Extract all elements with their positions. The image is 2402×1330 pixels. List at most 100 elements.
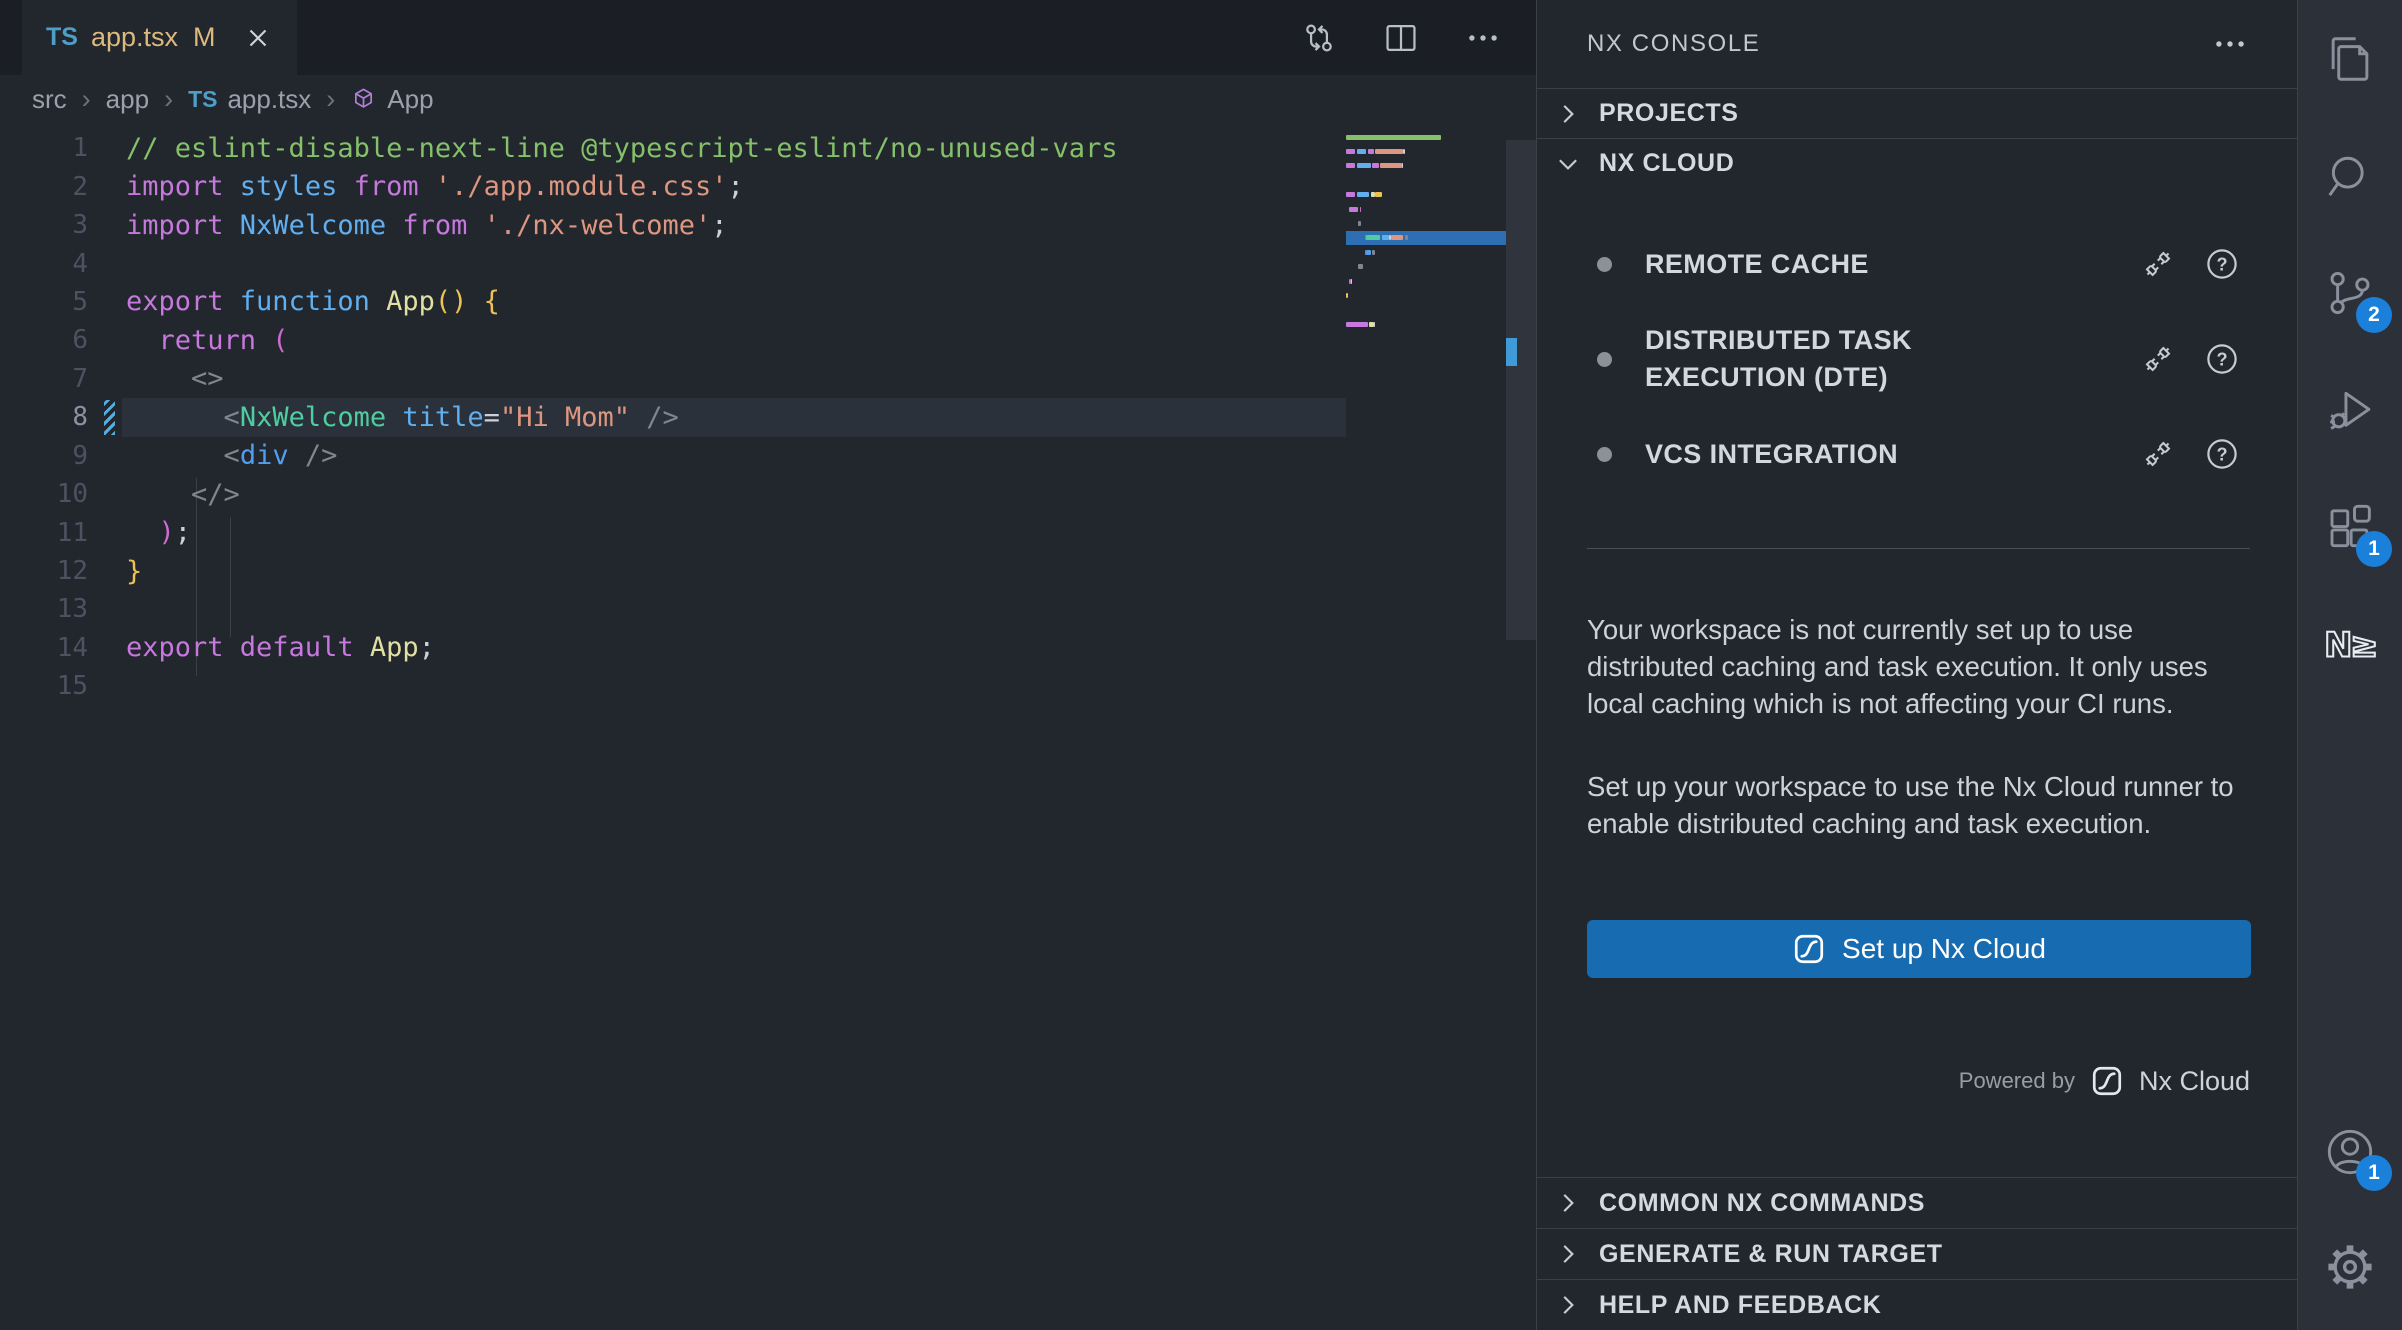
line-number: 3 — [0, 210, 88, 240]
code-line-7[interactable]: 7 <> — [0, 360, 1536, 398]
section-help-and-feedback[interactable]: HELP AND FEEDBACK — [1537, 1279, 2297, 1330]
code-line-10[interactable]: 10 </> — [0, 475, 1536, 513]
setup-button-label: Set up Nx Cloud — [1842, 933, 2046, 965]
code-line-13[interactable]: 13 — [0, 590, 1536, 628]
activity-source-control-button[interactable]: 2 — [2298, 234, 2402, 351]
breadcrumb-item-src[interactable]: src — [32, 84, 67, 115]
cloud-item-label: REMOTE CACHE — [1645, 246, 2045, 283]
code-line-14[interactable]: 14export default App; — [0, 629, 1536, 667]
breadcrumb-item-app[interactable]: App — [350, 84, 433, 115]
code-line-9[interactable]: 9 <div /> — [0, 437, 1536, 475]
breadcrumb-label: app.tsx — [227, 84, 311, 115]
ellipsis-icon[interactable] — [1464, 19, 1502, 57]
activity-files-button[interactable] — [2298, 0, 2402, 117]
breadcrumb-item-app-tsx[interactable]: TSapp.tsx — [188, 84, 311, 115]
line-number: 2 — [0, 172, 88, 202]
section-projects[interactable]: PROJECTS — [1537, 88, 2297, 138]
chevron-right-icon — [1553, 99, 1583, 129]
section-generate-run-target[interactable]: GENERATE & RUN TARGET — [1537, 1228, 2297, 1279]
nx-cloud-icon — [1792, 932, 1826, 966]
editor-pane: TS app.tsx M src›app›TSapp.tsx›App 1// e… — [0, 0, 1536, 1330]
minimap[interactable] — [1346, 130, 1506, 346]
help-icon-button[interactable]: ? — [2203, 340, 2241, 378]
cloud-item-distributed-task-execution-dte-: DISTRIBUTED TASK EXECUTION (DTE)? — [1597, 322, 2241, 396]
activity-nx-button[interactable]: N≥ — [2298, 585, 2402, 702]
cloud-paragraph: Set up your workspace to use the Nx Clou… — [1587, 768, 2247, 842]
connect-icon-button[interactable] — [2139, 435, 2177, 473]
help-icon-button[interactable]: ? — [2203, 435, 2241, 473]
breadcrumb-item-app[interactable]: app — [106, 84, 149, 115]
code-line-15[interactable]: 15 — [0, 667, 1536, 705]
split-editor-icon[interactable] — [1382, 19, 1420, 57]
code-line-5[interactable]: 5export function App() { — [0, 283, 1536, 321]
breadcrumb-label: src — [32, 84, 67, 115]
line-number: 6 — [0, 325, 88, 355]
close-tab-button[interactable] — [243, 23, 273, 53]
notification-badge: 1 — [2356, 1155, 2392, 1191]
line-number: 13 — [0, 594, 88, 624]
activity-debug-button[interactable] — [2298, 351, 2402, 468]
gutter — [88, 244, 126, 282]
gutter — [88, 129, 126, 167]
editor-actions — [1300, 0, 1502, 75]
code-line-1[interactable]: 1// eslint-disable-next-line @typescript… — [0, 129, 1536, 167]
typescript-icon: TS — [46, 23, 78, 52]
tab-app-tsx[interactable]: TS app.tsx M — [22, 0, 297, 75]
split-editor-icon — [1382, 19, 1420, 57]
chevron-down-icon — [1553, 149, 1583, 179]
svg-text:?: ? — [2216, 350, 2227, 370]
setup-nx-cloud-button[interactable]: Set up Nx Cloud — [1587, 920, 2251, 978]
minimap-line — [1346, 274, 1506, 288]
minimap-line — [1346, 188, 1506, 202]
code-line-8[interactable]: 8 <NxWelcome title="Hi Mom" /> — [0, 398, 1536, 436]
nx-cloud-icon — [1792, 932, 1826, 966]
settings-icon — [2323, 1240, 2377, 1294]
gutter — [88, 398, 126, 436]
connect-icon — [2139, 245, 2177, 283]
code-editor[interactable]: 1// eslint-disable-next-line @typescript… — [0, 123, 1536, 1330]
activity-account-button[interactable]: 1 — [2298, 1094, 2402, 1209]
code-line-4[interactable]: 4 — [0, 244, 1536, 282]
code-line-3[interactable]: 3import NxWelcome from './nx-welcome'; — [0, 206, 1536, 244]
activity-extensions-button[interactable]: 1 — [2298, 468, 2402, 585]
nx-cloud-icon — [2090, 1064, 2124, 1098]
minimap-line — [1346, 245, 1506, 259]
git-compare-icon[interactable] — [1300, 19, 1338, 57]
code-line-2[interactable]: 2import styles from './app.module.css'; — [0, 167, 1536, 205]
breadcrumb[interactable]: src›app›TSapp.tsx›App — [0, 75, 434, 123]
scrollbar-slider[interactable] — [1506, 140, 1536, 640]
notification-badge: 2 — [2356, 297, 2392, 333]
minimap-line — [1346, 144, 1506, 158]
class-cube-icon — [350, 86, 377, 113]
section-nx-cloud[interactable]: NX CLOUD — [1537, 138, 2297, 188]
line-number: 4 — [0, 249, 88, 279]
help-icon: ? — [2203, 340, 2241, 378]
nx-cloud-brand-label: Nx Cloud — [2139, 1066, 2250, 1097]
line-number: 11 — [0, 518, 88, 548]
breadcrumb-label: App — [387, 84, 433, 115]
git-compare-icon — [1300, 19, 1338, 57]
svg-text:N≥: N≥ — [2324, 625, 2376, 664]
overview-modified-marker — [1506, 338, 1517, 366]
minimap-line — [1346, 331, 1506, 345]
code-line-11[interactable]: 11 ); — [0, 513, 1536, 551]
gutter — [88, 167, 126, 205]
status-dot — [1597, 257, 1612, 272]
connect-icon-button[interactable] — [2139, 245, 2177, 283]
section-label: PROJECTS — [1599, 99, 1739, 128]
section-label: NX CLOUD — [1599, 149, 1734, 178]
section-common-nx-commands[interactable]: COMMON NX COMMANDS — [1537, 1177, 2297, 1228]
help-icon-button[interactable]: ? — [2203, 245, 2241, 283]
activity-search-button[interactable] — [2298, 117, 2402, 234]
status-dot — [1597, 447, 1612, 462]
more-actions-button[interactable] — [2211, 25, 2249, 63]
gutter — [88, 513, 126, 551]
connect-icon-button[interactable] — [2139, 340, 2177, 378]
panel-title: NX CONSOLE — [1587, 30, 1760, 58]
code-line-12[interactable]: 12} — [0, 552, 1536, 590]
activity-settings-button[interactable] — [2298, 1209, 2402, 1324]
code-line-6[interactable]: 6 return ( — [0, 321, 1536, 359]
tab-bar: TS app.tsx M — [0, 0, 1536, 75]
gutter — [88, 283, 126, 321]
line-number: 8 — [0, 402, 88, 432]
